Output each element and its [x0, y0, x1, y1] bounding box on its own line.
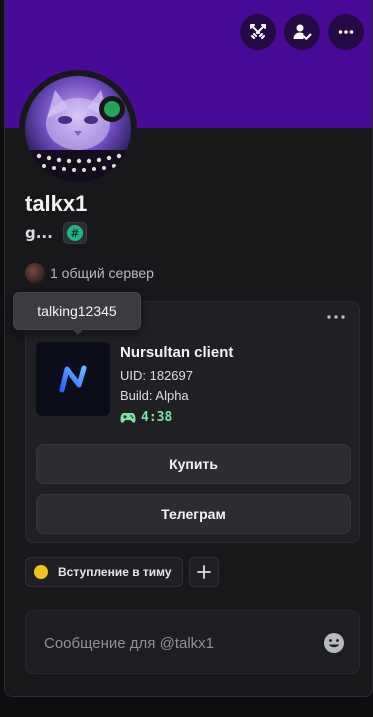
online-dot [104, 101, 120, 117]
profile-badge[interactable]: # [62, 222, 87, 244]
custom-status-text: g... [25, 224, 53, 242]
activity-title: Nursultan client [120, 344, 234, 361]
display-name[interactable]: talkx1 [25, 191, 87, 217]
friend-status-button[interactable] [284, 14, 320, 50]
plus-icon [196, 565, 211, 579]
gamepad-icon [120, 412, 136, 423]
server-icon [25, 263, 45, 283]
header-actions [240, 14, 364, 50]
role-pill[interactable]: Вступление в тиму [25, 557, 183, 587]
username-tooltip: talking12345 [13, 292, 141, 335]
online-status-indicator [99, 96, 125, 122]
profile-subline: g... # [25, 222, 87, 244]
app-icon[interactable] [36, 342, 110, 416]
mutual-servers[interactable]: 1 общий сервер [25, 263, 154, 283]
message-input[interactable] [44, 631, 304, 655]
activity-card: Nursultan client UID: 182697 Build: Alph… [25, 301, 360, 543]
add-role-button[interactable] [188, 557, 219, 587]
page: talkx1 g... # 1 общий сервер Nursultan c… [0, 0, 373, 717]
hashtag-icon: # [66, 225, 83, 241]
swords-icon [250, 24, 266, 39]
cat-avatar-image [25, 90, 131, 182]
buy-button[interactable]: Купить [36, 444, 351, 484]
role-label: Вступление в тиму [58, 565, 172, 579]
swords-button[interactable] [240, 14, 276, 50]
person-check-icon [293, 24, 312, 40]
nursultan-logo-icon [59, 365, 87, 393]
elapsed-time: 4:38 [141, 410, 173, 425]
activity-build: Build: Alpha [120, 388, 189, 403]
mutual-servers-label: 1 общий сервер [50, 265, 154, 281]
avatar-frame[interactable] [19, 70, 137, 188]
message-box [25, 610, 360, 674]
activity-uid: UID: 182697 [120, 368, 193, 383]
activity-more-icon[interactable] [325, 310, 347, 324]
activity-timer: 4:38 [120, 410, 172, 425]
profile-card: talkx1 g... # 1 общий сервер Nursultan c… [4, 0, 373, 697]
more-button[interactable] [328, 14, 364, 50]
telegram-button[interactable]: Телеграм [36, 494, 351, 534]
avatar[interactable] [25, 76, 131, 182]
role-color-dot [34, 565, 48, 579]
more-horizontal-icon [338, 30, 354, 34]
emoji-icon[interactable] [323, 632, 345, 654]
roles-list: Вступление в тиму [25, 557, 219, 587]
